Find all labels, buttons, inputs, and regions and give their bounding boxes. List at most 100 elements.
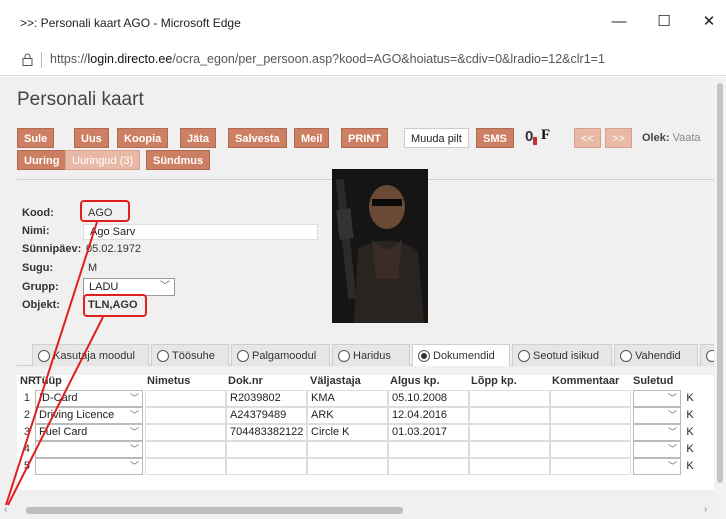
tyyp-select[interactable]: ﹀ bbox=[35, 458, 143, 475]
doknr-cell[interactable] bbox=[226, 458, 307, 475]
employee-photo[interactable] bbox=[332, 169, 428, 323]
tab-palgamoodul[interactable]: Palgamoodul bbox=[231, 344, 330, 366]
nimetus-cell[interactable] bbox=[145, 424, 226, 441]
k-marker[interactable]: K bbox=[683, 441, 697, 458]
print-button[interactable]: PRINT bbox=[341, 128, 388, 148]
header-suletud: Suletud bbox=[633, 375, 674, 387]
next-record-button[interactable]: >> bbox=[605, 128, 632, 148]
suletud-select[interactable]: ﹀ bbox=[633, 441, 681, 458]
chevron-down-icon: ﹀ bbox=[129, 427, 139, 437]
minimize-button[interactable]: — bbox=[604, 10, 634, 34]
prev-record-button[interactable]: << bbox=[574, 128, 601, 148]
uus-button[interactable]: Uus bbox=[74, 128, 109, 148]
kommentaar-cell[interactable] bbox=[550, 441, 631, 458]
maximize-button[interactable]: ☐ bbox=[649, 10, 679, 34]
uuringud-button[interactable]: Uuringud (3) bbox=[65, 150, 141, 170]
nimetus-cell[interactable] bbox=[145, 407, 226, 424]
doknr-cell[interactable] bbox=[226, 441, 307, 458]
valjastaja-cell[interactable] bbox=[307, 458, 388, 475]
algus-cell[interactable] bbox=[388, 458, 469, 475]
table-row: 3 Fuel Card ﹀ 704483382122 Circle K 01.03… bbox=[17, 424, 714, 441]
algus-cell[interactable] bbox=[388, 441, 469, 458]
row-number: 2 bbox=[23, 409, 30, 421]
algus-cell[interactable]: 05.10.2008 bbox=[388, 390, 469, 407]
meil-button[interactable]: Meil bbox=[294, 128, 330, 148]
page-title: Personali kaart bbox=[17, 89, 144, 110]
doknr-cell[interactable]: 704483382122 bbox=[226, 424, 307, 441]
sundmus-button[interactable]: Sündmus bbox=[146, 150, 211, 170]
kommentaar-cell[interactable] bbox=[550, 458, 631, 475]
suletud-select[interactable]: ﹀ bbox=[633, 458, 681, 475]
tab-vahendid[interactable]: Vahendid bbox=[614, 344, 698, 366]
jata-button[interactable]: Jäta bbox=[180, 128, 217, 148]
lopp-cell[interactable] bbox=[469, 424, 550, 441]
doknr-cell[interactable]: A24379489 bbox=[226, 407, 307, 424]
tyyp-select[interactable]: Fuel Card ﹀ bbox=[35, 424, 143, 441]
valjastaja-cell[interactable] bbox=[307, 441, 388, 458]
tyyp-select[interactable]: ID-Card ﹀ bbox=[35, 390, 143, 407]
tab-haridus[interactable]: Haridus bbox=[332, 344, 410, 366]
header-doknr: Dok.nr bbox=[228, 375, 263, 387]
tyyp-select[interactable]: ﹀ bbox=[35, 441, 143, 458]
tab-dokumendid[interactable]: Dokumendid bbox=[412, 344, 510, 366]
sule-button[interactable]: Sule bbox=[17, 128, 55, 148]
url-text[interactable]: https://login.directo.ee/ocra_egon/per_p… bbox=[50, 52, 605, 66]
doknr-cell[interactable]: R2039802 bbox=[226, 390, 307, 407]
tab-toosuhe[interactable]: Töösuhe bbox=[151, 344, 229, 366]
kommentaar-cell[interactable] bbox=[550, 390, 631, 407]
row-number: 4 bbox=[23, 443, 30, 455]
table-row: 5 ﹀ ﹀ K bbox=[17, 458, 714, 475]
horizontal-scrollbar-thumb[interactable] bbox=[26, 507, 403, 514]
lopp-cell[interactable] bbox=[469, 390, 550, 407]
suletud-select[interactable]: ﹀ bbox=[633, 390, 681, 407]
header-kommentaar: Kommentaar bbox=[552, 375, 620, 387]
close-button[interactable]: ✕ bbox=[694, 10, 724, 34]
uuring-button[interactable]: Uuring bbox=[17, 150, 67, 170]
tab-more[interactable] bbox=[700, 344, 714, 366]
nimetus-cell[interactable] bbox=[145, 458, 226, 475]
documents-table: NR Tüüp Nimetus Dok.nr Väljastaja Algus … bbox=[17, 375, 714, 490]
algus-cell[interactable]: 12.04.2016 bbox=[388, 407, 469, 424]
sugu-label: Sugu: bbox=[22, 262, 54, 274]
valjastaja-cell[interactable]: ARK bbox=[307, 407, 388, 424]
sms-button[interactable]: SMS bbox=[476, 128, 514, 148]
lopp-cell[interactable] bbox=[469, 441, 550, 458]
radio-selected-icon bbox=[418, 350, 430, 362]
kood-label: Kood: bbox=[22, 207, 54, 219]
vertical-scrollbar[interactable] bbox=[714, 77, 726, 519]
k-marker[interactable]: K bbox=[683, 424, 697, 441]
k-marker[interactable]: K bbox=[683, 390, 697, 407]
suletud-select[interactable]: ﹀ bbox=[633, 424, 681, 441]
tab-seotud-isikud[interactable]: Seotud isikud bbox=[512, 344, 612, 366]
muuda-pilt-button[interactable]: Muuda pilt bbox=[404, 128, 469, 148]
status-value: Vaata bbox=[672, 132, 701, 144]
nimetus-cell[interactable] bbox=[145, 390, 226, 407]
radio-icon bbox=[338, 350, 350, 362]
lopp-cell[interactable] bbox=[469, 458, 550, 475]
suletud-select[interactable]: ﹀ bbox=[633, 407, 681, 424]
k-marker[interactable]: K bbox=[683, 458, 697, 475]
tab-kasutaja-moodul[interactable]: Kasutaja moodul bbox=[32, 344, 149, 366]
chevron-down-icon: ﹀ bbox=[667, 427, 677, 437]
valjastaja-cell[interactable]: KMA bbox=[307, 390, 388, 407]
k-marker[interactable]: K bbox=[683, 407, 697, 424]
scroll-left-icon[interactable]: ‹ bbox=[4, 504, 7, 515]
nimi-field[interactable]: Ago Sarv bbox=[83, 224, 318, 240]
header-valjastaja: Väljastaja bbox=[310, 375, 361, 387]
algus-cell[interactable]: 01.03.2017 bbox=[388, 424, 469, 441]
valjastaja-cell[interactable]: Circle K bbox=[307, 424, 388, 441]
nimetus-cell[interactable] bbox=[145, 441, 226, 458]
f-icon[interactable]: F bbox=[541, 127, 550, 144]
tyyp-select[interactable]: Driving Licence ﹀ bbox=[35, 407, 143, 424]
scroll-right-icon[interactable]: › bbox=[704, 504, 707, 515]
vertical-scrollbar-thumb[interactable] bbox=[717, 83, 723, 483]
address-bar[interactable]: https://login.directo.ee/ocra_egon/per_p… bbox=[0, 44, 726, 76]
kommentaar-cell[interactable] bbox=[550, 407, 631, 424]
kommentaar-cell[interactable] bbox=[550, 424, 631, 441]
chevron-down-icon: ﹀ bbox=[667, 444, 677, 454]
table-row: 2 Driving Licence ﹀ A24379489 ARK 12.04.2… bbox=[17, 407, 714, 424]
horizontal-scrollbar[interactable]: ‹ › bbox=[0, 501, 714, 519]
koopia-button[interactable]: Koopia bbox=[117, 128, 169, 148]
lopp-cell[interactable] bbox=[469, 407, 550, 424]
salvesta-button[interactable]: Salvesta bbox=[228, 128, 287, 148]
